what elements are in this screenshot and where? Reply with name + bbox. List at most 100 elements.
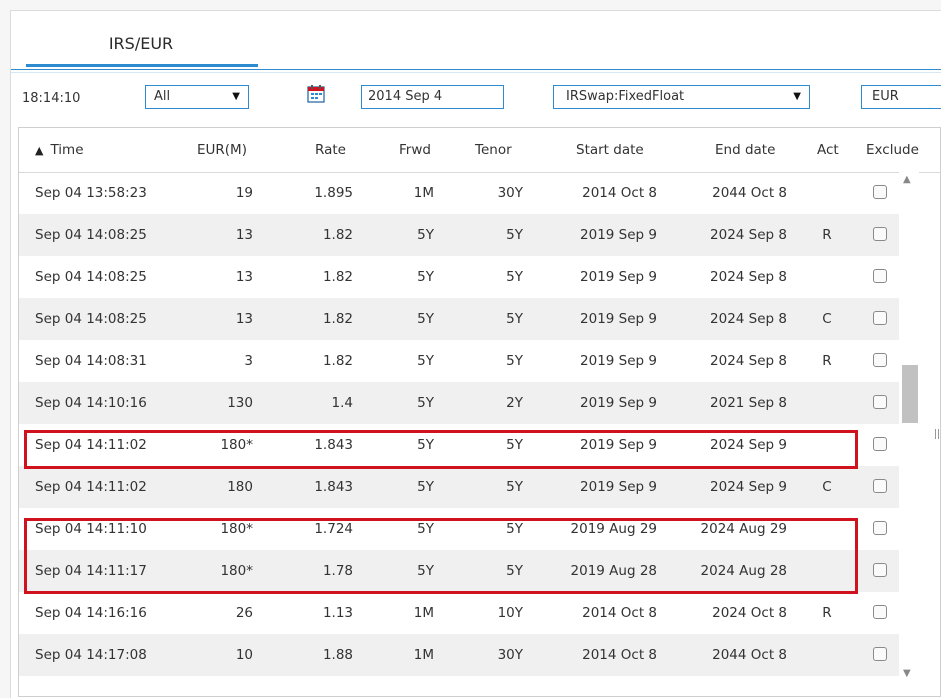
date-field[interactable]: 2014 Sep 4: [361, 85, 504, 109]
calendar-icon[interactable]: [306, 84, 326, 104]
cell-frwd: 5Y: [417, 563, 434, 579]
exclude-cell: [871, 298, 891, 340]
exclude-checkbox[interactable]: [873, 353, 887, 367]
cell-time: Sep 04 14:08:31: [35, 353, 147, 369]
cell-frwd: 5Y: [417, 269, 434, 285]
cell-eur: 180: [227, 479, 253, 495]
cell-frwd: 1M: [413, 605, 434, 621]
resize-grip-icon[interactable]: [935, 429, 939, 439]
cell-time: Sep 04 14:16:16: [35, 605, 147, 621]
exclude-checkbox[interactable]: [873, 269, 887, 283]
cell-rate: 1.78: [322, 563, 353, 579]
exclude-cell: [871, 550, 891, 592]
table-row[interactable]: Sep 04 14:11:10 180* 1.724 5Y 5Y 2019 Au…: [19, 508, 899, 550]
cell-eur: 13: [235, 269, 253, 285]
column-header-rate[interactable]: Rate: [315, 128, 346, 172]
cell-rate: 1.843: [314, 437, 353, 453]
cell-end-date: 2021 Sep 8: [710, 395, 787, 411]
sort-ascending-icon: ▲: [35, 144, 44, 157]
cell-rate: 1.82: [322, 353, 353, 369]
cell-eur: 180*: [220, 437, 253, 453]
exclude-checkbox[interactable]: [873, 185, 887, 199]
cell-end-date: 2024 Sep 8: [710, 311, 787, 327]
cell-start-date: 2019 Sep 9: [580, 437, 657, 453]
cell-eur: 3: [244, 353, 253, 369]
cell-eur: 26: [235, 605, 253, 621]
cell-end-date: 2024 Oct 8: [712, 605, 787, 621]
cell-act: R: [822, 353, 832, 369]
currency-field[interactable]: EUR: [861, 85, 941, 109]
exclude-cell: [871, 634, 891, 676]
cell-tenor: 5Y: [506, 269, 523, 285]
table-row[interactable]: Sep 04 14:08:25 13 1.82 5Y 5Y 2019 Sep 9…: [19, 214, 899, 256]
cell-time: Sep 04 14:08:25: [35, 269, 147, 285]
tab-divider-shadow: [11, 72, 941, 73]
cell-tenor: 5Y: [506, 563, 523, 579]
cell-time: Sep 04 14:10:16: [35, 395, 147, 411]
exclude-cell: [871, 424, 891, 466]
cell-eur: 180*: [220, 521, 253, 537]
exclude-checkbox[interactable]: [873, 521, 887, 535]
cell-rate: 1.82: [322, 227, 353, 243]
column-header-act[interactable]: Act: [817, 128, 839, 172]
exclude-cell: [871, 592, 891, 634]
table-row[interactable]: Sep 04 13:58:23 19 1.895 1M 30Y 2014 Oct…: [19, 172, 899, 214]
table-row[interactable]: Sep 04 14:08:25 13 1.82 5Y 5Y 2019 Sep 9…: [19, 298, 899, 340]
cell-time: Sep 04 13:58:23: [35, 185, 147, 201]
cell-frwd: 5Y: [417, 311, 434, 327]
exclude-cell: [871, 172, 891, 214]
table-row[interactable]: Sep 04 14:16:16 26 1.13 1M 10Y 2014 Oct …: [19, 592, 899, 634]
cell-time: Sep 04 14:08:25: [35, 227, 147, 243]
cell-rate: 1.895: [314, 185, 353, 201]
exclude-checkbox[interactable]: [873, 395, 887, 409]
exclude-checkbox[interactable]: [873, 311, 887, 325]
exclude-checkbox[interactable]: [873, 563, 887, 577]
cell-rate: 1.82: [322, 269, 353, 285]
column-header-exclude[interactable]: Exclude: [866, 128, 919, 172]
vertical-scrollbar[interactable]: [899, 172, 919, 696]
scope-select[interactable]: All ▼: [145, 85, 249, 109]
cell-act: [817, 382, 837, 424]
exclude-checkbox[interactable]: [873, 479, 887, 493]
cell-rate: 1.4: [331, 395, 353, 411]
instrument-select[interactable]: IRSwap:FixedFloat ▼: [553, 85, 810, 109]
exclude-checkbox[interactable]: [873, 605, 887, 619]
cell-tenor: 5Y: [506, 521, 523, 537]
column-header-start-date[interactable]: Start date: [576, 128, 644, 172]
cell-eur: 10: [235, 647, 253, 663]
cell-eur: 130: [227, 395, 253, 411]
exclude-checkbox[interactable]: [873, 437, 887, 451]
column-header-tenor[interactable]: Tenor: [475, 128, 512, 172]
cell-rate: 1.13: [322, 605, 353, 621]
cell-act: C: [822, 311, 832, 327]
exclude-checkbox[interactable]: [873, 227, 887, 241]
column-header-label: Time: [50, 142, 84, 158]
exclude-cell: [871, 340, 891, 382]
cell-end-date: 2024 Sep 8: [710, 269, 787, 285]
cell-act: [817, 172, 837, 214]
table-row[interactable]: Sep 04 14:08:25 13 1.82 5Y 5Y 2019 Sep 9…: [19, 256, 899, 298]
table-row[interactable]: Sep 04 14:10:16 130 1.4 5Y 2Y 2019 Sep 9…: [19, 382, 899, 424]
cell-time: Sep 04 14:11:10: [35, 521, 147, 537]
column-header-frwd[interactable]: Frwd: [399, 128, 431, 172]
tab-irs-eur[interactable]: IRS/EUR: [25, 22, 257, 68]
column-header-time[interactable]: ▲ Time: [35, 128, 84, 172]
scrollbar-thumb[interactable]: [902, 365, 918, 423]
column-header-end-date[interactable]: End date: [715, 128, 775, 172]
column-header-eur[interactable]: EUR(M): [197, 128, 247, 172]
cell-frwd: 5Y: [417, 437, 434, 453]
cell-act: C: [822, 479, 832, 495]
cell-tenor: 5Y: [506, 311, 523, 327]
exclude-checkbox[interactable]: [873, 647, 887, 661]
scroll-down-icon[interactable]: ▼: [903, 668, 911, 679]
scroll-up-icon[interactable]: ▲: [903, 174, 911, 185]
table-row[interactable]: Sep 04 14:17:08 10 1.88 1M 30Y 2014 Oct …: [19, 634, 899, 676]
table-row[interactable]: Sep 04 14:11:02 180 1.843 5Y 5Y 2019 Sep…: [19, 466, 899, 508]
cell-end-date: 2044 Oct 8: [712, 185, 787, 201]
table-row[interactable]: Sep 04 14:11:17 180* 1.78 5Y 5Y 2019 Aug…: [19, 550, 899, 592]
cell-rate: 1.724: [314, 521, 353, 537]
table-row[interactable]: Sep 04 14:11:02 180* 1.843 5Y 5Y 2019 Se…: [19, 424, 899, 466]
table-row[interactable]: Sep 04 14:08:31 3 1.82 5Y 5Y 2019 Sep 9 …: [19, 340, 899, 382]
cell-time: Sep 04 14:11:02: [35, 437, 147, 453]
cell-frwd: 5Y: [417, 479, 434, 495]
